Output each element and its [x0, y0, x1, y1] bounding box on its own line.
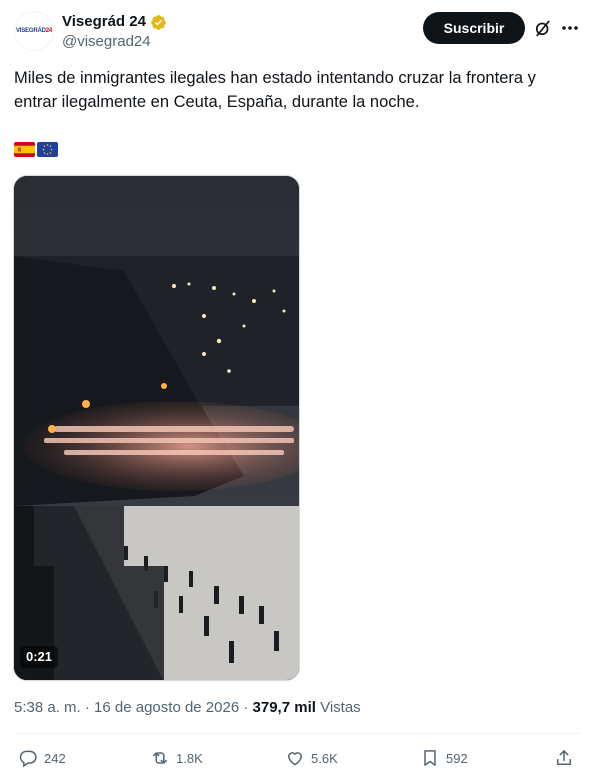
meta-separator: · — [80, 699, 95, 716]
share-icon — [557, 750, 571, 765]
avatar-text: VISEGRÁD — [15, 28, 46, 34]
like-button[interactable]: 5.6K — [285, 744, 338, 772]
reply-count: 242 — [44, 750, 66, 766]
tweet-header: VISEGRÁD 24 Visegrád 24 @visegrad24 Suscr… — [0, 0, 592, 62]
grok-icon[interactable] — [533, 18, 553, 38]
share-button[interactable] — [554, 744, 574, 772]
video-duration: 0:21 — [20, 646, 59, 668]
handle[interactable]: @visegrad24 — [62, 32, 167, 52]
divider — [14, 733, 580, 734]
author-names: Visegrád 24 @visegrad24 — [62, 12, 167, 52]
views-count: 379,7 mil — [252, 699, 316, 716]
more-options-icon[interactable] — [561, 18, 579, 38]
subscribe-button[interactable]: Suscribir — [423, 12, 525, 44]
reply-button[interactable]: 242 — [18, 744, 66, 772]
bookmark-count: 592 — [446, 750, 468, 766]
avatar-text-number: 24 — [45, 28, 53, 34]
video-thumbnail[interactable] — [14, 176, 300, 681]
flag-emojis — [14, 142, 58, 157]
bookmark-icon — [424, 750, 436, 766]
heart-icon — [288, 752, 302, 766]
views-label: Vistas — [320, 699, 361, 716]
repost-count: 1.8K — [176, 750, 203, 766]
tweet-text: Miles de inmigrantes ilegales han estado… — [14, 69, 536, 111]
eu-flag-icon — [37, 142, 58, 157]
display-name[interactable]: Visegrád 24 — [62, 12, 146, 32]
bookmark-button[interactable]: 592 — [420, 744, 468, 772]
video-player[interactable] — [13, 175, 300, 681]
meta-separator-2: · — [239, 699, 253, 716]
verified-badge-icon[interactable] — [150, 14, 167, 31]
spain-flag-icon — [14, 142, 35, 157]
repost-icon — [153, 752, 167, 764]
tweet-time[interactable]: 5:38 a. m. — [14, 699, 81, 716]
action-bar: 242 1.8K 5.6K 592 — [0, 744, 592, 772]
display-name-row[interactable]: Visegrád 24 — [62, 12, 167, 32]
reply-icon — [19, 750, 37, 768]
tweet-meta: 5:38 a. m. · 16 de agosto de 2026 · 379,… — [14, 698, 361, 718]
avatar[interactable]: VISEGRÁD 24 — [14, 11, 54, 51]
tweet-date[interactable]: 16 de agosto de 2026 — [94, 699, 239, 716]
repost-button[interactable]: 1.8K — [150, 744, 203, 772]
like-count: 5.6K — [311, 750, 338, 766]
